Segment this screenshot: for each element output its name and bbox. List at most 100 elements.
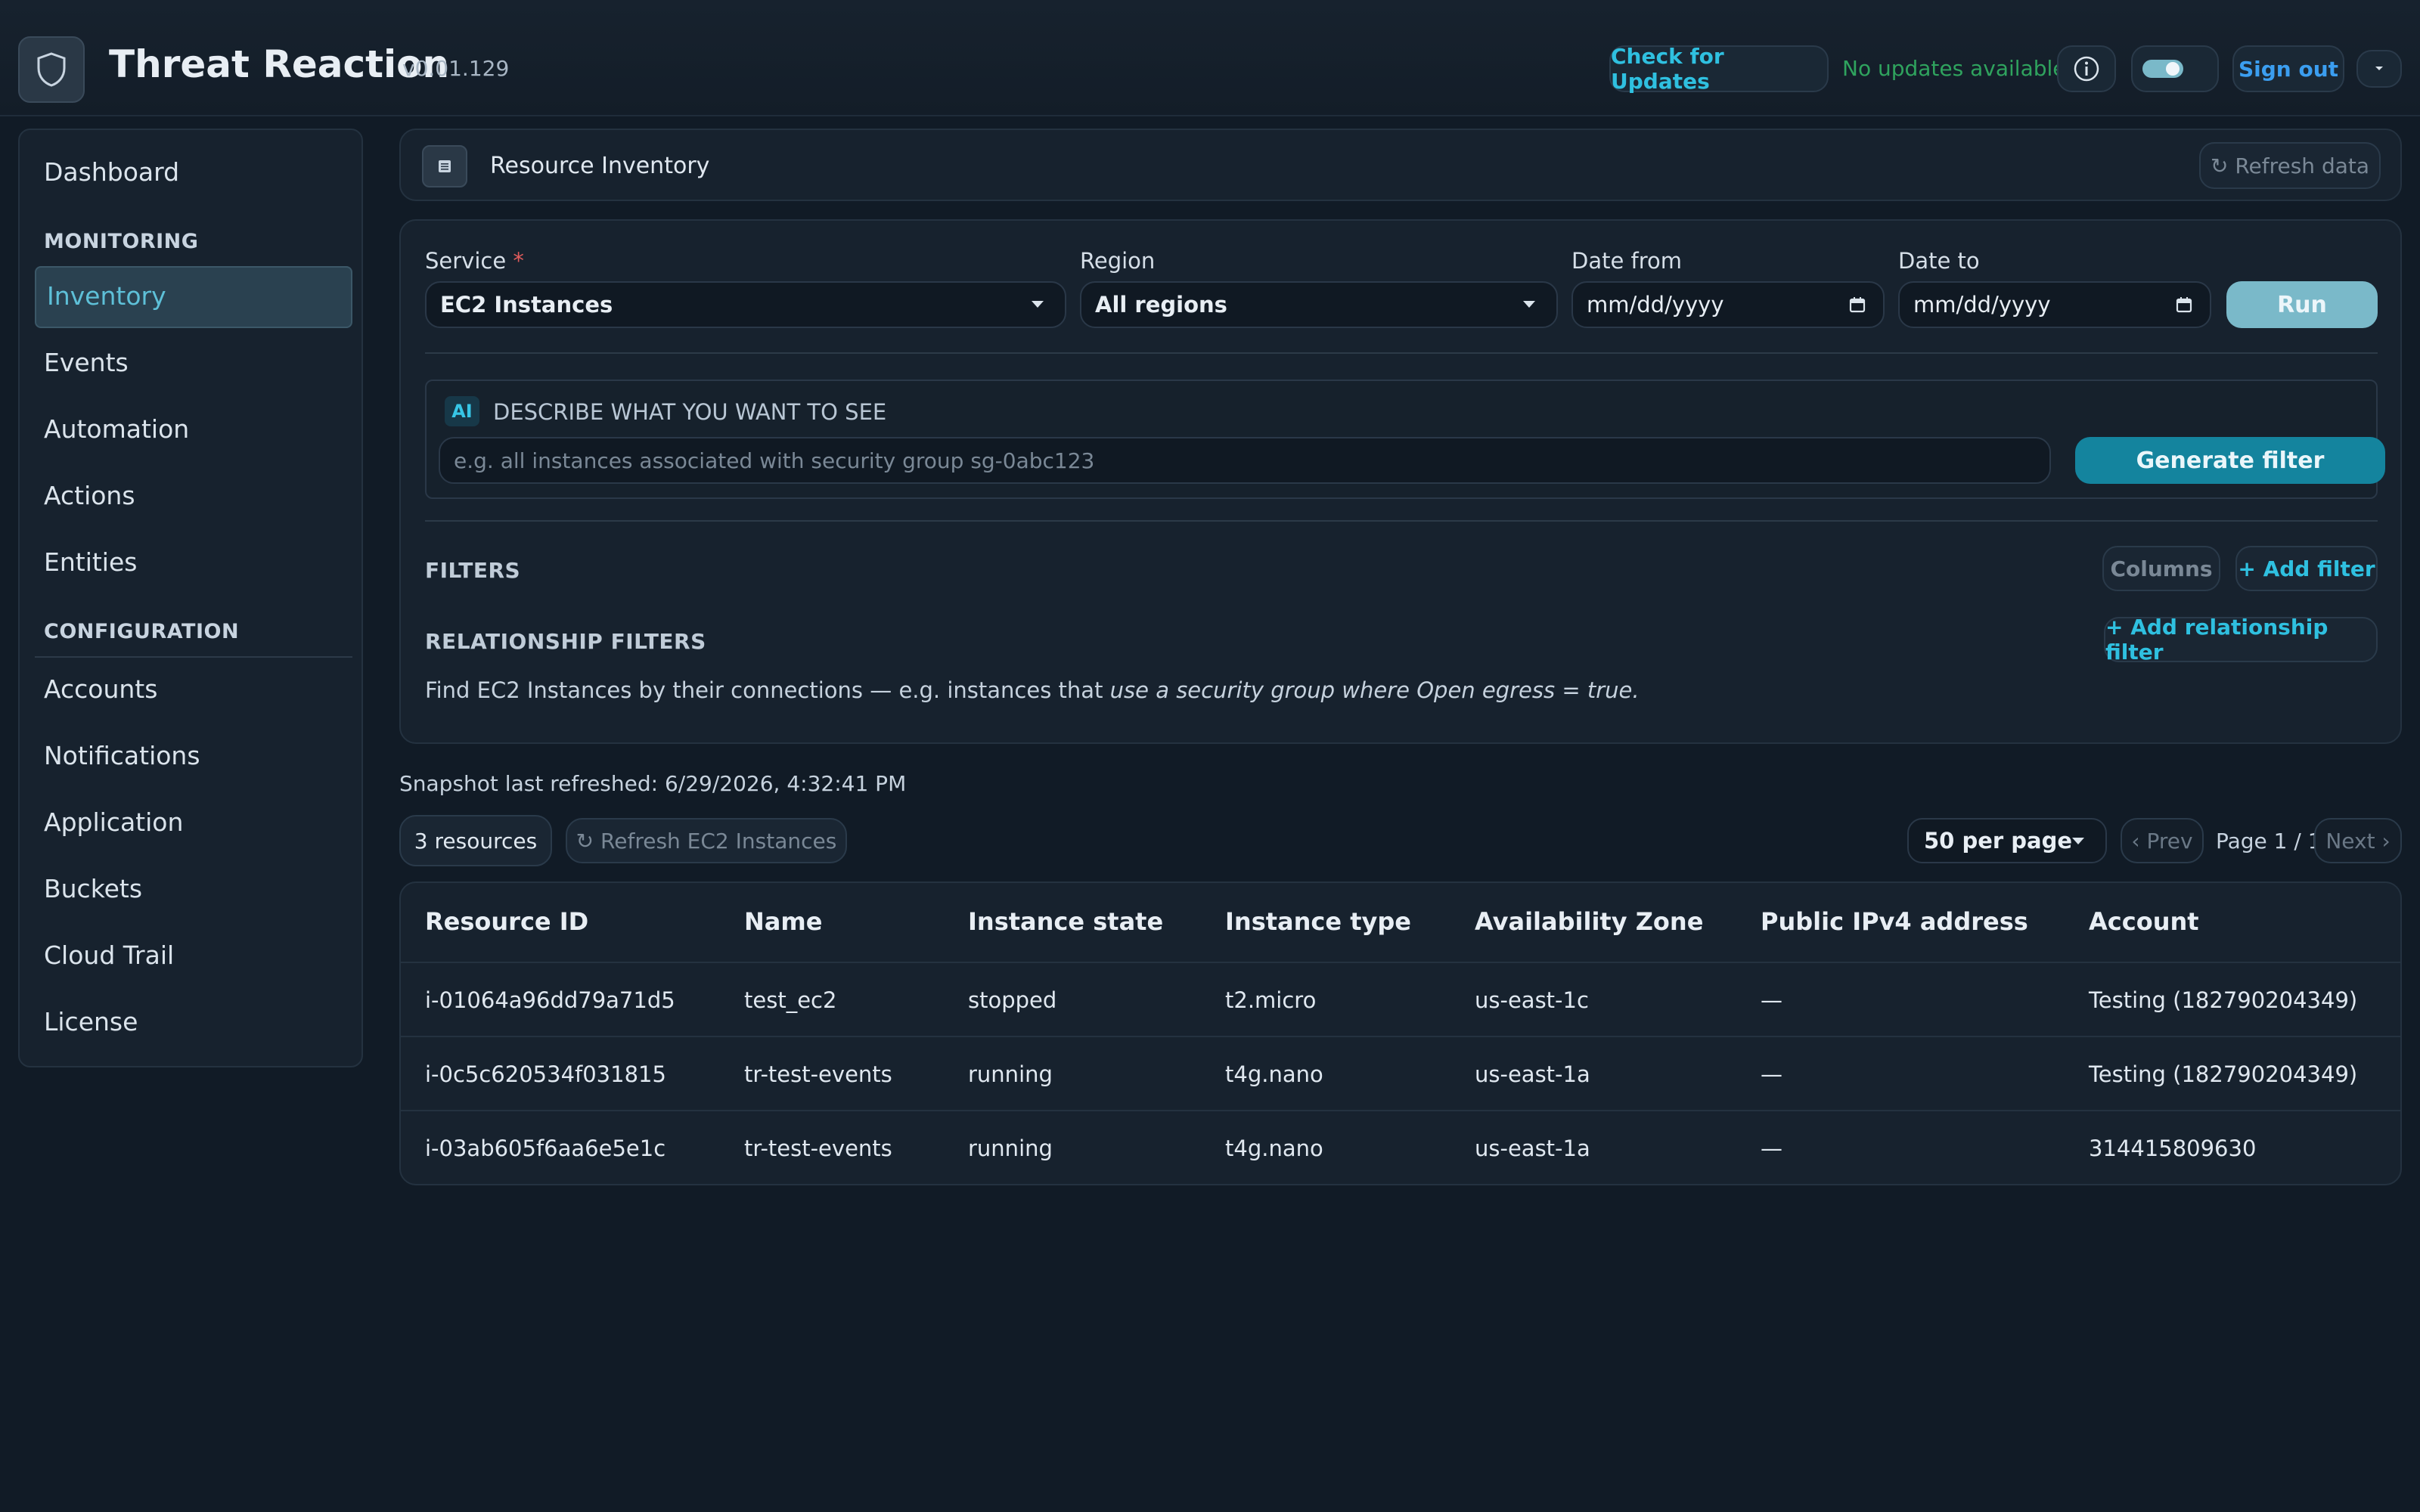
cell-account: Testing (182790204349) (2089, 1061, 2358, 1087)
table-row[interactable]: i-01064a96dd79a71d5 test_ec2 stopped t2.… (401, 962, 2400, 1036)
divider (425, 352, 2378, 354)
chevron-down-icon (2375, 67, 2383, 70)
cell-availability-zone: us-east-1c (1475, 987, 1589, 1013)
page-header: Resource Inventory ↻ Refresh data (399, 129, 2402, 201)
date-to-label: Date to (1898, 248, 1980, 274)
sidebar-item-entities[interactable]: Entities (44, 547, 137, 577)
cell-instance-type: t2.micro (1225, 987, 1317, 1013)
page-title: Resource Inventory (490, 153, 710, 179)
date-to-input[interactable]: mm/dd/yyyy (1898, 281, 2211, 328)
columns-button[interactable]: Columns (2102, 546, 2220, 591)
cell-name: tr-test-events (744, 1136, 892, 1161)
sidebar-item-application[interactable]: Application (44, 807, 183, 837)
chevron-down-icon (2072, 838, 2084, 844)
col-header-instance-state[interactable]: Instance state (968, 907, 1163, 936)
resource-table: Resource ID Name Instance state Instance… (399, 881, 2402, 1185)
sidebar-section-configuration: CONFIGURATION (44, 620, 240, 643)
cell-instance-state: stopped (968, 987, 1057, 1013)
page-indicator: Page 1 / 1 (2216, 829, 2322, 854)
col-header-availability-zone[interactable]: Availability Zone (1475, 907, 1703, 936)
moon-icon (2192, 61, 2200, 76)
service-select[interactable]: EC2 Instances (425, 281, 1066, 328)
cell-name: test_ec2 (744, 987, 837, 1013)
cell-public-ipv4: — (1761, 1136, 1782, 1161)
cell-instance-state: running (968, 1061, 1053, 1087)
sign-out-button[interactable]: Sign out (2232, 45, 2344, 92)
region-select[interactable]: All regions (1080, 281, 1558, 328)
run-button[interactable]: Run (2226, 281, 2378, 328)
sidebar-item-cloud-trail[interactable]: Cloud Trail (44, 940, 174, 970)
cell-account: Testing (182790204349) (2089, 987, 2358, 1013)
sidebar-section-monitoring: MONITORING (44, 230, 199, 253)
calendar-icon (2176, 297, 2192, 313)
cell-resource-id: i-01064a96dd79a71d5 (425, 987, 675, 1013)
cell-instance-type: t4g.nano (1225, 1061, 1323, 1087)
info-button[interactable] (2057, 45, 2116, 92)
snapshot-timestamp: Snapshot last refreshed: 6/29/2026, 4:32… (399, 771, 907, 796)
query-panel: Service * EC2 Instances Region All regio… (399, 219, 2402, 744)
cell-name: tr-test-events (744, 1061, 892, 1087)
required-marker: * (513, 248, 524, 274)
service-label: Service * (425, 248, 524, 274)
check-updates-button[interactable]: Check for Updates (1609, 44, 1829, 94)
col-header-name[interactable]: Name (744, 907, 822, 936)
shield-logo-icon (18, 36, 85, 103)
table-row[interactable]: i-0c5c620534f031815 tr-test-events runni… (401, 1036, 2400, 1110)
sidebar-item-accounts[interactable]: Accounts (44, 674, 157, 704)
update-status: No updates available (1842, 56, 2066, 81)
chevron-down-icon (1523, 301, 1535, 308)
add-relationship-filter-button[interactable]: + Add relationship filter (2104, 615, 2378, 665)
refresh-ec2-button[interactable]: ↻ Refresh EC2 Instances (566, 818, 847, 863)
ai-badge: AI (445, 396, 479, 426)
generate-filter-button[interactable]: Generate filter (2075, 437, 2385, 484)
col-header-instance-type[interactable]: Instance type (1225, 907, 1411, 936)
resource-count-badge: 3 resources (399, 815, 552, 866)
cell-instance-state: running (968, 1136, 1053, 1161)
cell-resource-id: i-03ab605f6aa6e5e1c (425, 1136, 666, 1161)
col-header-resource-id[interactable]: Resource ID (425, 907, 588, 936)
sidebar-item-inventory-label: Inventory (47, 281, 166, 311)
theme-toggle[interactable] (2131, 45, 2219, 92)
chevron-down-icon (1032, 301, 1044, 308)
user-menu-button[interactable] (2356, 50, 2402, 88)
cell-instance-type: t4g.nano (1225, 1136, 1323, 1161)
table-row[interactable]: i-03ab605f6aa6e5e1c tr-test-events runni… (401, 1110, 2400, 1184)
add-filter-button[interactable]: + Add filter (2235, 546, 2378, 591)
divider (425, 520, 2378, 522)
sidebar-item-dashboard[interactable]: Dashboard (44, 157, 179, 187)
ai-filter-box: AI DESCRIBE WHAT YOU WANT TO SEE e.g. al… (425, 380, 2385, 499)
info-icon (2074, 56, 2099, 82)
sidebar-item-actions[interactable]: Actions (44, 481, 135, 510)
cell-availability-zone: us-east-1a (1475, 1061, 1590, 1087)
sidebar-item-events[interactable]: Events (44, 348, 129, 377)
col-header-account[interactable]: Account (2089, 907, 2199, 936)
filters-heading: FILTERS (425, 558, 521, 583)
cell-public-ipv4: — (1761, 1061, 1782, 1087)
ai-description-input[interactable]: e.g. all instances associated with secur… (439, 437, 2051, 484)
cell-account: 314415809630 (2089, 1136, 2257, 1161)
app-version: v0.01.129 (402, 56, 510, 81)
per-page-select[interactable]: 50 per page (1907, 818, 2107, 863)
cell-public-ipv4: — (1761, 987, 1782, 1013)
next-page-button[interactable]: Next › (2314, 818, 2402, 863)
sidebar-item-notifications[interactable]: Notifications (44, 741, 200, 770)
relationship-filters-heading: RELATIONSHIP FILTERS (425, 629, 706, 654)
region-label: Region (1080, 248, 1156, 274)
list-icon (422, 145, 467, 187)
sidebar-item-buckets[interactable]: Buckets (44, 874, 142, 903)
date-from-label: Date from (1571, 248, 1683, 274)
calendar-icon (1849, 297, 1866, 313)
sidebar-item-license[interactable]: License (44, 1007, 138, 1036)
app-title: Threat Reaction (109, 42, 450, 86)
cell-resource-id: i-0c5c620534f031815 (425, 1061, 666, 1087)
sidebar-divider (35, 656, 352, 658)
date-from-input[interactable]: mm/dd/yyyy (1571, 281, 1885, 328)
sidebar-item-automation[interactable]: Automation (44, 414, 189, 444)
sidebar: Dashboard MONITORING Inventory Events Au… (18, 129, 363, 1067)
refresh-data-button[interactable]: ↻ Refresh data (2199, 142, 2381, 189)
col-header-public-ipv4[interactable]: Public IPv4 address (1761, 907, 2028, 936)
top-bar: Threat Reaction v0.01.129 Check for Upda… (0, 0, 2420, 116)
cell-availability-zone: us-east-1a (1475, 1136, 1590, 1161)
ai-title: DESCRIBE WHAT YOU WANT TO SEE (493, 399, 887, 425)
prev-page-button[interactable]: ‹ Prev (2121, 818, 2204, 863)
